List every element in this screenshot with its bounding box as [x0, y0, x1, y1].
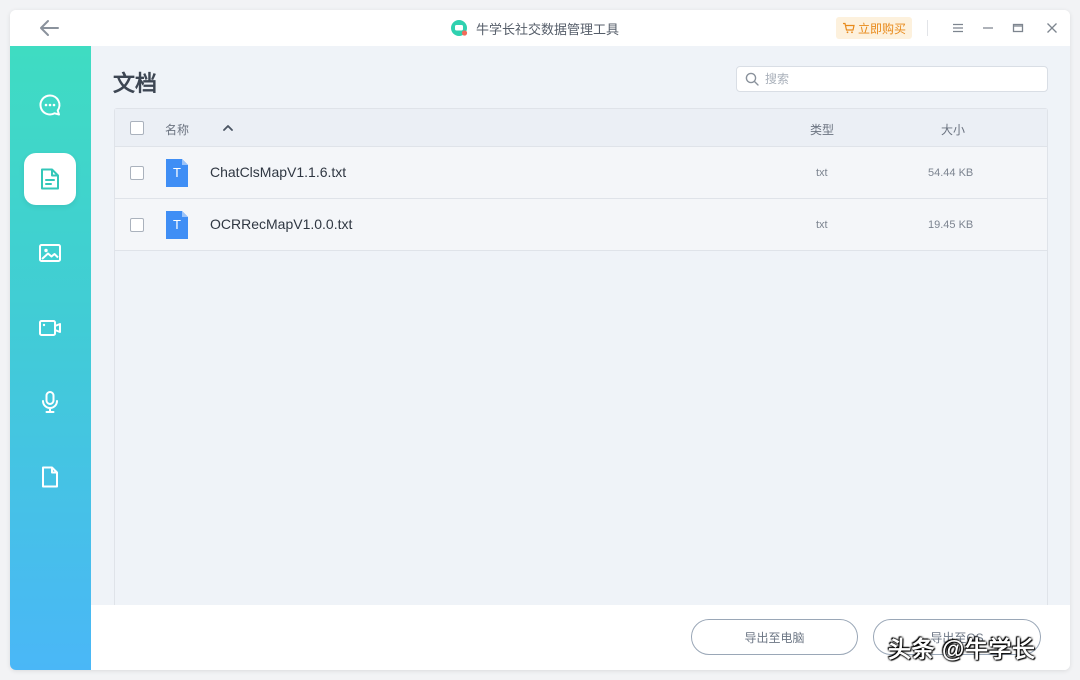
txt-file-icon: T [165, 158, 189, 188]
sidebar [10, 46, 91, 670]
row-checkbox[interactable] [130, 166, 144, 180]
file-size: 54.44 KB [928, 167, 974, 179]
file-name: ChatClsMapV1.1.6.txt [210, 164, 347, 180]
sidebar-item-chat[interactable] [24, 79, 76, 131]
image-icon [39, 244, 61, 262]
sidebar-item-documents[interactable] [24, 153, 76, 205]
title-bar: 牛学长社交数据管理工具 立即购买 [10, 10, 1070, 46]
column-header-name[interactable]: 名称 [165, 121, 189, 138]
file-name: OCRRecMapV1.0.0.txt [210, 216, 353, 232]
sidebar-item-files[interactable] [24, 451, 76, 503]
file-icon-letter: T [173, 165, 181, 180]
app-title-text: 牛学长社交数据管理工具 [476, 21, 620, 37]
back-arrow-icon[interactable] [38, 18, 60, 38]
sidebar-item-photos[interactable] [24, 227, 76, 279]
document-icon [41, 168, 59, 190]
app-window: 牛学长社交数据管理工具 立即购买 文档 搜索 名称 类型 大小 T ChatCl… [10, 10, 1070, 670]
maximize-icon[interactable] [1008, 18, 1028, 38]
buy-now-button[interactable]: 立即购买 [836, 17, 912, 39]
page-title: 文档 [113, 71, 158, 96]
search-box[interactable] [736, 66, 1048, 92]
txt-file-icon: T [165, 210, 189, 240]
minimize-icon[interactable] [978, 18, 998, 38]
file-icon-letter: T [173, 217, 181, 232]
search-input[interactable] [765, 72, 1035, 86]
close-icon[interactable] [1042, 18, 1062, 38]
row-checkbox[interactable] [130, 218, 144, 232]
file-type: txt [816, 219, 828, 231]
app-title: 牛学长社交数据管理工具 [450, 18, 619, 38]
table-row[interactable]: T OCRRecMapV1.0.0.txt txt 19.45 KB [115, 199, 1047, 251]
buy-now-label: 立即购买 [857, 21, 906, 36]
export-to-pc-button[interactable]: 导出至电脑 [691, 619, 858, 655]
video-icon [39, 320, 61, 336]
sidebar-item-audio[interactable] [24, 376, 76, 428]
title-separator [927, 20, 928, 36]
file-size: 19.45 KB [928, 219, 974, 231]
cart-icon [842, 22, 855, 34]
file-table: 名称 类型 大小 T ChatClsMapV1.1.6.txt txt 54.4… [114, 108, 1048, 608]
microphone-icon [42, 391, 58, 413]
select-all-checkbox[interactable] [130, 121, 144, 135]
column-header-size[interactable]: 大小 [941, 121, 965, 138]
file-icon [42, 466, 58, 488]
app-logo-icon [451, 20, 468, 36]
table-header: 名称 类型 大小 [115, 109, 1047, 147]
column-header-type[interactable]: 类型 [810, 121, 834, 138]
sort-ascending-icon[interactable] [222, 123, 234, 133]
sidebar-item-videos[interactable] [24, 302, 76, 354]
chat-bubble-icon [39, 94, 61, 116]
watermark-text: 头条 @牛学长 [888, 636, 1036, 662]
menu-icon[interactable] [948, 18, 968, 38]
main-content: 文档 名称 类型 大小 [91, 46, 1070, 608]
search-icon [745, 72, 759, 86]
table-row[interactable]: T ChatClsMapV1.1.6.txt txt 54.44 KB [115, 147, 1047, 199]
file-type: txt [816, 167, 828, 179]
